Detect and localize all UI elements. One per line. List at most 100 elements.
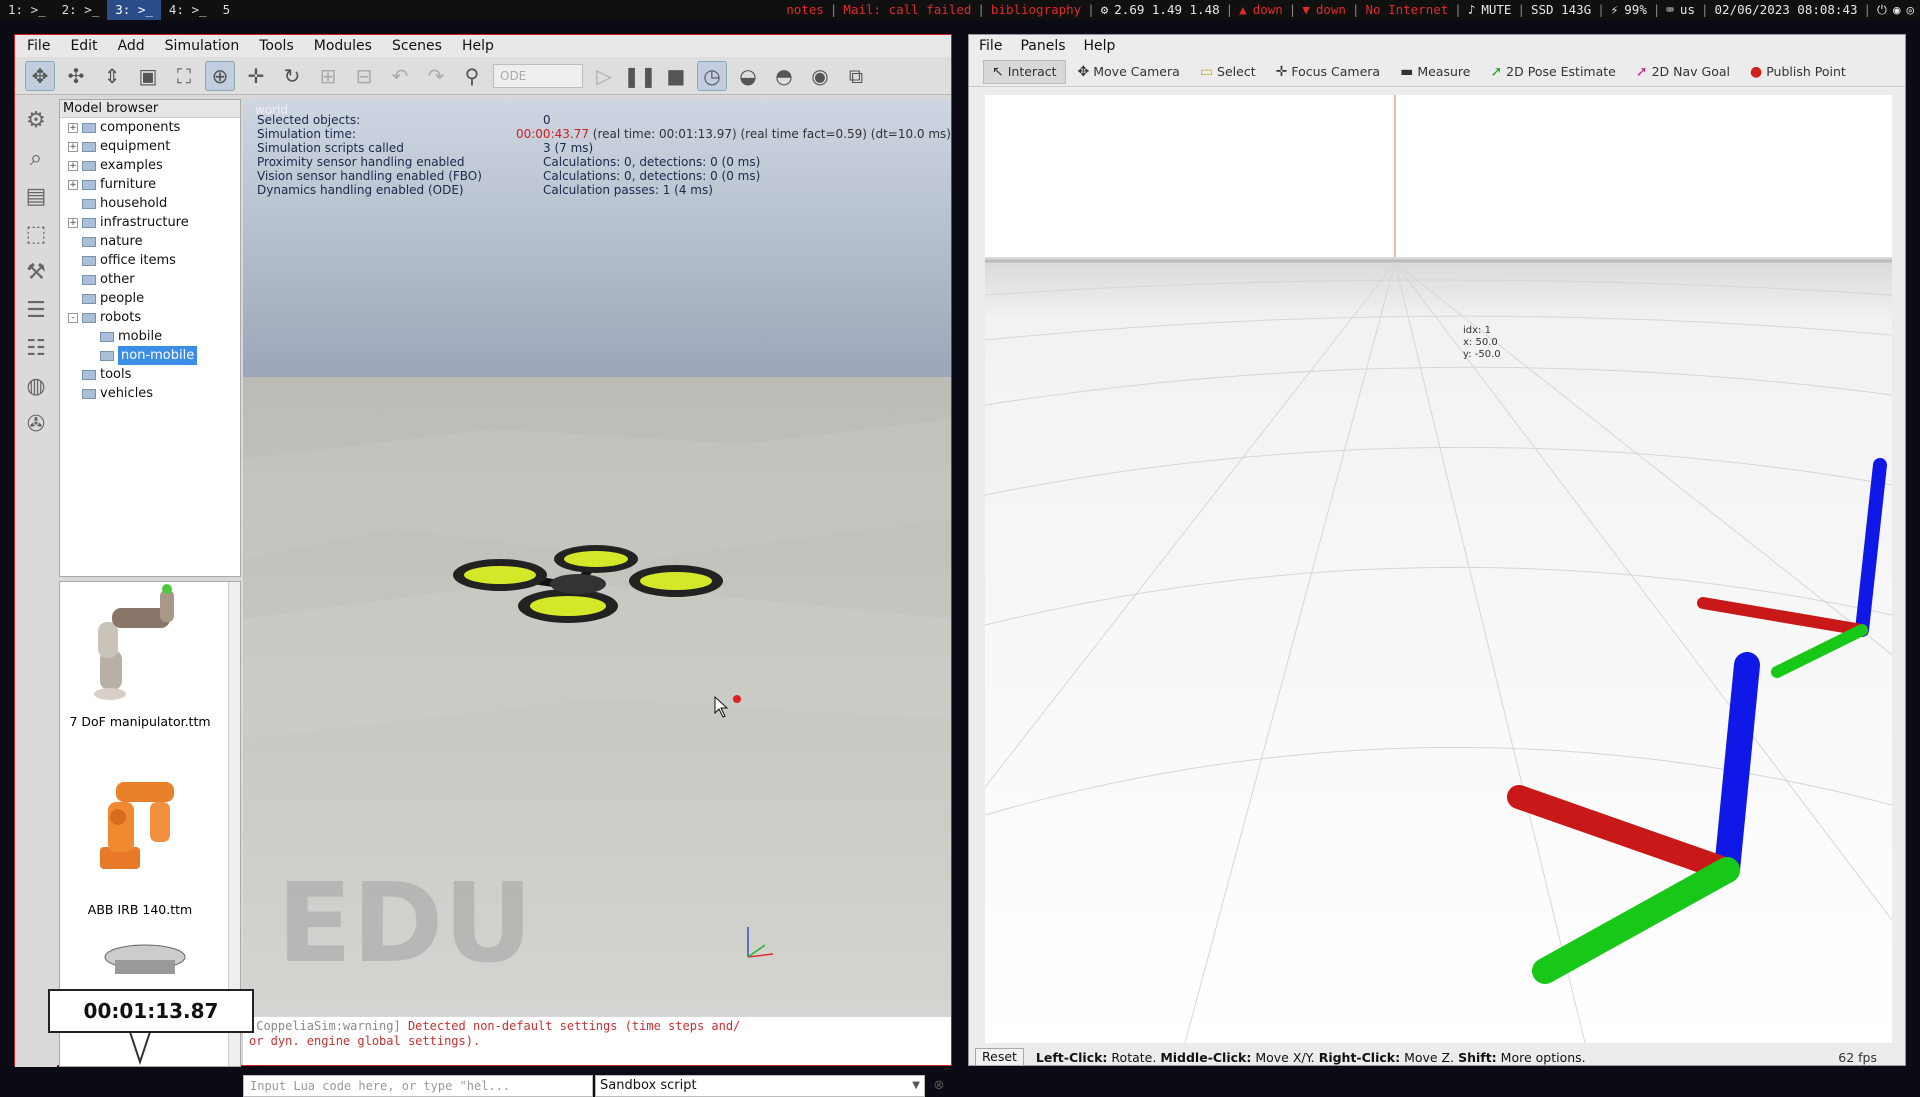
menu-help[interactable]: Help [462, 38, 494, 54]
tree-item[interactable]: + equipment [60, 137, 240, 156]
tree-item[interactable]: + infrastructure [60, 213, 240, 232]
camera-rotate-icon[interactable]: ✣ [61, 61, 91, 91]
redo-icon[interactable]: ↷ [421, 61, 451, 91]
sim-info-key: Dynamics handling enabled (ODE) [257, 183, 464, 197]
slower-icon[interactable]: ◒ [733, 61, 763, 91]
rviz-tool-2d-nav-goal[interactable]: ➚ 2D Nav Goal [1628, 60, 1738, 84]
tree-item[interactable]: other [60, 270, 240, 289]
undo-icon[interactable]: ↶ [385, 61, 415, 91]
rviz-menu-help[interactable]: Help [1084, 38, 1116, 54]
tree-item[interactable]: vehicles [60, 384, 240, 403]
fit-to-view-icon[interactable]: ⛶ [169, 61, 199, 91]
camera-pan-icon[interactable]: ✥ [25, 60, 55, 91]
scene-page-icon[interactable]: ⧉ [841, 61, 871, 91]
power-icon[interactable]: ⏻ [1877, 0, 1887, 20]
tree-item-label: non-mobile [118, 346, 198, 365]
visualization-icon[interactable]: ◉ [805, 61, 835, 91]
rviz-tool-select[interactable]: ▭ Select [1192, 60, 1264, 84]
object-select-icon[interactable]: ⊕ [205, 60, 235, 91]
load-average: 2.69 1.49 1.48 [1114, 2, 1220, 17]
menu-file[interactable]: File [27, 38, 50, 54]
object-rotate-icon[interactable]: ↻ [277, 61, 307, 91]
tree-item[interactable]: - robots [60, 308, 240, 327]
abb-thumbnail[interactable] [100, 782, 174, 869]
collapse-icon[interactable]: - [68, 312, 78, 323]
tree-item[interactable]: people [60, 289, 240, 308]
rviz-tool-focus-camera[interactable]: ✛ Focus Camera [1268, 60, 1388, 84]
faster-icon[interactable]: ◓ [769, 61, 799, 91]
expand-icon[interactable]: + [68, 217, 78, 228]
status-down-1: down [1252, 2, 1283, 17]
tools-icon[interactable]: ✇ [20, 409, 52, 439]
expand-icon[interactable]: + [68, 160, 78, 171]
reset-button[interactable]: Reset [975, 1048, 1024, 1066]
tree-item[interactable]: office items [60, 251, 240, 270]
menu-tools[interactable]: Tools [259, 38, 294, 54]
menu-add[interactable]: Add [118, 38, 145, 54]
rviz-menu-panels[interactable]: Panels [1020, 38, 1065, 54]
script-selector[interactable]: Sandbox script ▼ [595, 1075, 925, 1097]
x-line: x: 50.0 [1463, 337, 1498, 348]
stop-icon[interactable]: ■ [661, 61, 691, 91]
folder-icon [100, 331, 114, 342]
thumb-label-2: ABB IRB 140.ttm [88, 902, 192, 917]
rviz-tool-publish-point[interactable]: ● Publish Point [1742, 60, 1854, 84]
tray-icon-2[interactable]: ◎ [1906, 0, 1914, 20]
camera-angle-icon[interactable]: ▣ [133, 61, 163, 91]
settings-icon[interactable]: ⚙ [20, 105, 52, 135]
camera-shift-icon[interactable]: ⇕ [97, 61, 127, 91]
tray-icon-1[interactable]: ◉ [1893, 0, 1901, 20]
workspace-5[interactable]: 5 [215, 0, 239, 20]
physics-engine-select[interactable]: ODE [493, 63, 583, 88]
scene-viewport[interactable]: world Selected objects: 0 Simulation time:… [243, 99, 951, 1015]
assemble-icon[interactable]: ⊞ [313, 61, 343, 91]
zoom-icon[interactable]: ⌕ [20, 143, 52, 173]
menu-simulation[interactable]: Simulation [165, 38, 240, 54]
menu-modules[interactable]: Modules [314, 38, 372, 54]
pause-icon[interactable]: ❚❚ [623, 61, 657, 91]
close-icon[interactable]: ⊗ [929, 1075, 949, 1097]
layers-icon[interactable]: ☷ [20, 333, 52, 363]
rviz-menubar: File Panels Help [969, 35, 1905, 57]
workspace-3[interactable]: 3: >_ [107, 0, 161, 20]
transfer-dna-icon[interactable]: ⊟ [349, 61, 379, 91]
tree-item[interactable]: household [60, 194, 240, 213]
rviz-tool-interact[interactable]: ↖ Interact [983, 59, 1066, 84]
mouse-hints: Left-Click: Rotate. Middle-Click: Move X… [1036, 1050, 1586, 1065]
tree-item[interactable]: + furniture [60, 175, 240, 194]
rviz-menu-file[interactable]: File [979, 38, 1002, 54]
page-icon[interactable]: ▤ [20, 181, 52, 211]
menu-edit[interactable]: Edit [70, 38, 97, 54]
tree-item[interactable]: nature [60, 232, 240, 251]
rviz-tool-2d-pose-estimate[interactable]: ➚ 2D Pose Estimate [1482, 60, 1623, 84]
rviz-scene[interactable] [985, 95, 1892, 1043]
expand-icon[interactable]: + [68, 179, 78, 190]
rviz-3d-view[interactable]: idx: 1 x: 50.0 y: -50.0 [985, 95, 1892, 1043]
rviz-tool-measure[interactable]: ▬ Measure [1392, 60, 1478, 84]
play-icon[interactable]: ▷ [589, 61, 619, 91]
tree-item[interactable]: + examples [60, 156, 240, 175]
model-browser-icon[interactable]: ⚒ [20, 257, 52, 287]
menu-scenes[interactable]: Scenes [392, 38, 442, 54]
workspace-1[interactable]: 1: >_ [0, 0, 54, 20]
tree-item[interactable]: + components [60, 118, 240, 137]
globe-icon[interactable]: ◍ [20, 371, 52, 401]
object-shift-icon[interactable]: ✛ [241, 61, 271, 91]
sim-info-key: Selected objects: [257, 113, 361, 127]
scene-hierarchy-icon[interactable]: ☰ [20, 295, 52, 325]
rviz-tool-move-camera[interactable]: ✥ Move Camera [1070, 60, 1188, 84]
expand-icon[interactable]: + [68, 122, 78, 133]
realtime-icon[interactable]: ◷ [697, 60, 727, 91]
tree-item[interactable]: mobile [60, 327, 240, 346]
tree-item[interactable]: non-mobile [60, 346, 240, 365]
thumb-label-1: 7 DoF manipulator.ttm [69, 714, 210, 729]
hint-left-click: Left-Click: [1035, 1049, 1108, 1065]
expand-icon[interactable]: + [68, 141, 78, 152]
workspace-2[interactable]: 2: >_ [54, 0, 108, 20]
lua-command-input[interactable]: Input Lua code here, or type "hel... [243, 1075, 593, 1097]
tree-item[interactable]: tools [60, 365, 240, 384]
workspace-4[interactable]: 4: >_ [161, 0, 215, 20]
status-battery: 99% [1624, 2, 1647, 17]
select-objects-icon[interactable]: ⬚ [20, 219, 52, 249]
manipulator-thumbnail[interactable] [94, 584, 174, 700]
